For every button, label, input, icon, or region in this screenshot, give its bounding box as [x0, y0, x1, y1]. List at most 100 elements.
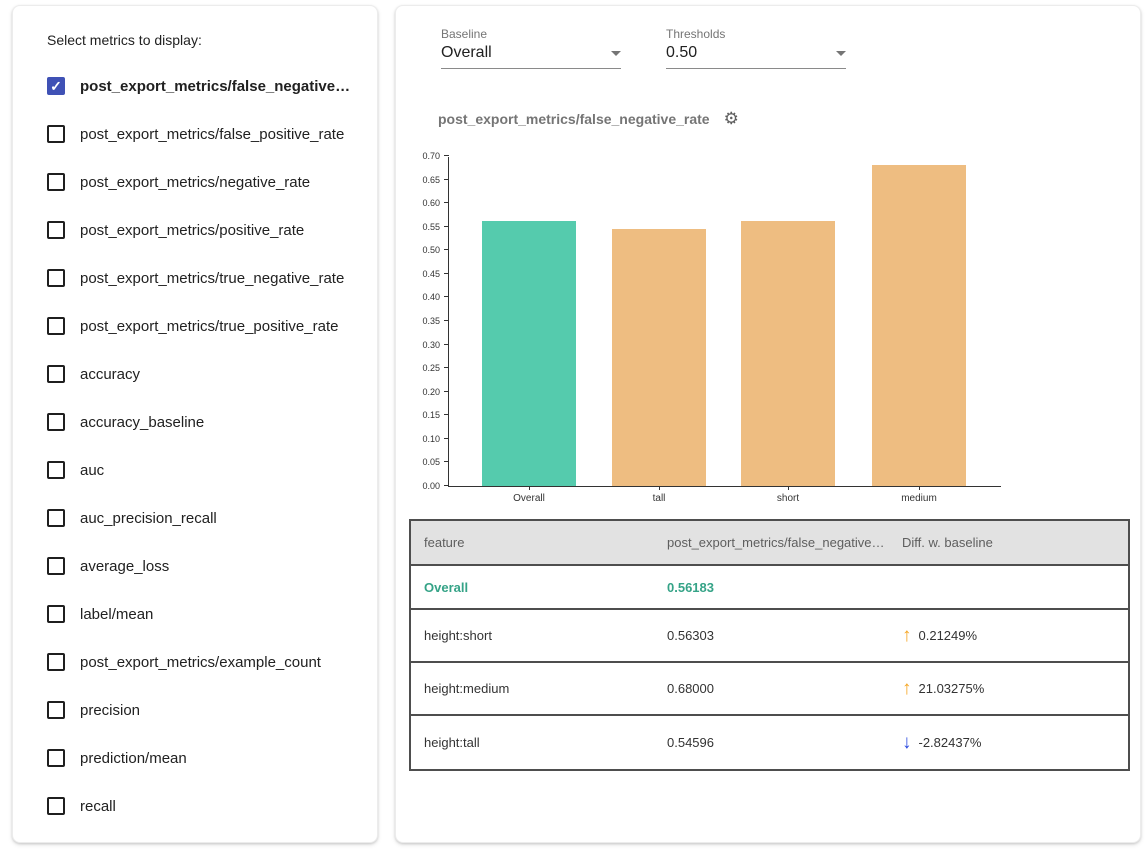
metric-checkbox-item[interactable]: post_export_metrics/false_positive_rate: [47, 110, 357, 158]
x-axis-tick-mark: [529, 486, 530, 490]
baseline-select[interactable]: Baseline Overall: [441, 27, 621, 69]
checkbox-unchecked-icon[interactable]: [47, 365, 65, 383]
table-body: Overall0.56183height:short0.56303↑0.2124…: [411, 566, 1128, 769]
metric-checkbox-item[interactable]: label/mean: [47, 590, 357, 638]
metric-checkbox-item[interactable]: post_export_metrics/negative_rate: [47, 158, 357, 206]
y-axis-tick-mark: [444, 485, 449, 486]
metric-label: post_export_metrics/true_negative_rate: [80, 270, 344, 287]
metrics-display-panel: Baseline Overall Thresholds 0.50 post_ex…: [395, 5, 1141, 843]
chevron-down-icon: [611, 51, 621, 56]
metric-label: post_export_metrics/false_positive_rate: [80, 126, 344, 143]
checkbox-unchecked-icon[interactable]: [47, 557, 65, 575]
y-axis-tick-mark: [444, 344, 449, 345]
metric-label: post_export_metrics/example_count: [80, 654, 321, 671]
y-axis-tick-label: 0.40: [400, 292, 440, 302]
checkbox-unchecked-icon[interactable]: [47, 509, 65, 527]
y-axis-tick-label: 0.30: [400, 340, 440, 350]
checkbox-checked-icon[interactable]: ✓: [47, 77, 65, 95]
y-axis-tick-label: 0.10: [400, 434, 440, 444]
y-axis-tick-label: 0.05: [400, 457, 440, 467]
settings-gear-icon[interactable]: ⚙: [724, 110, 739, 127]
feature-cell: height:medium: [411, 681, 654, 696]
metric-value-cell: 0.54596: [654, 735, 889, 750]
x-axis-tick-label: Overall: [513, 493, 545, 504]
thresholds-select-value: 0.50: [666, 44, 697, 62]
checkbox-unchecked-icon[interactable]: [47, 125, 65, 143]
thresholds-select[interactable]: Thresholds 0.50: [666, 27, 846, 69]
y-axis-tick-label: 0.20: [400, 387, 440, 397]
metric-checkbox-item[interactable]: ✓ post_export_metrics/false_negative_r...: [47, 62, 357, 110]
table-row: height:tall0.54596↓-2.82437%: [411, 716, 1128, 769]
metric-checkbox-item[interactable]: post_export_metrics/true_negative_rate: [47, 254, 357, 302]
checkbox-unchecked-icon[interactable]: [47, 701, 65, 719]
metric-checkbox-item[interactable]: accuracy: [47, 350, 357, 398]
metrics-table: feature post_export_metrics/false_negati…: [409, 519, 1130, 771]
checkbox-unchecked-icon[interactable]: [47, 317, 65, 335]
arrow-up-icon: ↑: [902, 679, 912, 698]
y-axis-tick-label: 0.35: [400, 316, 440, 326]
metric-label: auc_precision_recall: [80, 510, 217, 527]
checkbox-unchecked-icon[interactable]: [47, 173, 65, 191]
baseline-select-value: Overall: [441, 44, 492, 62]
bar-tall[interactable]: [612, 229, 706, 486]
y-axis-tick-mark: [444, 155, 449, 156]
x-axis-tick-mark: [919, 486, 920, 490]
bar-Overall[interactable]: [482, 221, 576, 486]
table-header-feature: feature: [411, 535, 654, 550]
checkbox-unchecked-icon[interactable]: [47, 221, 65, 239]
x-axis-tick-label: short: [777, 493, 799, 504]
y-axis-tick-mark: [444, 438, 449, 439]
metrics-list: ✓ post_export_metrics/false_negative_r...…: [47, 62, 357, 830]
table-header-row: feature post_export_metrics/false_negati…: [411, 521, 1128, 566]
metric-checkbox-item[interactable]: recall: [47, 782, 357, 830]
checkbox-unchecked-icon[interactable]: [47, 413, 65, 431]
metric-checkbox-item[interactable]: auc: [47, 446, 357, 494]
metric-checkbox-item[interactable]: post_export_metrics/true_positive_rate: [47, 302, 357, 350]
diff-cell: ↓-2.82437%: [889, 733, 1128, 752]
checkbox-unchecked-icon[interactable]: [47, 605, 65, 623]
metric-label: accuracy: [80, 366, 140, 383]
metric-label: post_export_metrics/negative_rate: [80, 174, 310, 191]
diff-cell: ↑ 0.21249%: [889, 626, 1128, 645]
baseline-select-label: Baseline: [441, 27, 621, 41]
feature-cell: Overall: [411, 580, 654, 595]
metric-checkbox-item[interactable]: prediction/mean: [47, 734, 357, 782]
checkbox-unchecked-icon[interactable]: [47, 749, 65, 767]
y-axis-tick-mark: [444, 179, 449, 180]
bar-medium[interactable]: [872, 165, 966, 486]
y-axis-tick-label: 0.25: [400, 363, 440, 373]
bar-short[interactable]: [741, 221, 835, 486]
checkbox-unchecked-icon[interactable]: [47, 653, 65, 671]
table-row: height:medium0.68000 ↑ 21.03275%: [411, 663, 1128, 716]
metric-label: post_export_metrics/true_positive_rate: [80, 318, 338, 335]
checkbox-unchecked-icon[interactable]: [47, 797, 65, 815]
metric-checkbox-item[interactable]: precision: [47, 686, 357, 734]
y-axis-tick-mark: [444, 202, 449, 203]
chart-title: post_export_metrics/false_negative_rate: [438, 111, 710, 127]
metric-value-cell: 0.68000: [654, 681, 889, 696]
y-axis-tick-mark: [444, 391, 449, 392]
thresholds-select-label: Thresholds: [666, 27, 846, 41]
y-axis-tick-mark: [444, 414, 449, 415]
metric-label: accuracy_baseline: [80, 414, 204, 431]
y-axis-tick-mark: [444, 273, 449, 274]
metric-label: post_export_metrics/false_negative_r...: [80, 78, 357, 95]
diff-percentage: 0.21249%: [919, 628, 978, 643]
x-axis-tick-mark: [788, 486, 789, 490]
metric-label: recall: [80, 798, 116, 815]
arrow-up-icon: ↑: [902, 626, 912, 645]
metric-checkbox-item[interactable]: auc_precision_recall: [47, 494, 357, 542]
checkbox-unchecked-icon[interactable]: [47, 269, 65, 287]
metric-value-cell: 0.56303: [654, 628, 889, 643]
metric-checkbox-item[interactable]: average_loss: [47, 542, 357, 590]
checkbox-unchecked-icon[interactable]: [47, 461, 65, 479]
metric-checkbox-item[interactable]: accuracy_baseline: [47, 398, 357, 446]
y-axis-tick-label: 0.70: [400, 151, 440, 161]
y-axis-tick-label: 0.45: [400, 269, 440, 279]
metric-value-cell: 0.56183: [654, 580, 889, 595]
diff-percentage: 21.03275%: [919, 681, 985, 696]
table-row: height:short0.56303↑0.21249%: [411, 610, 1128, 663]
y-axis-tick-mark: [444, 296, 449, 297]
metric-checkbox-item[interactable]: post_export_metrics/example_count: [47, 638, 357, 686]
metric-checkbox-item[interactable]: post_export_metrics/positive_rate: [47, 206, 357, 254]
